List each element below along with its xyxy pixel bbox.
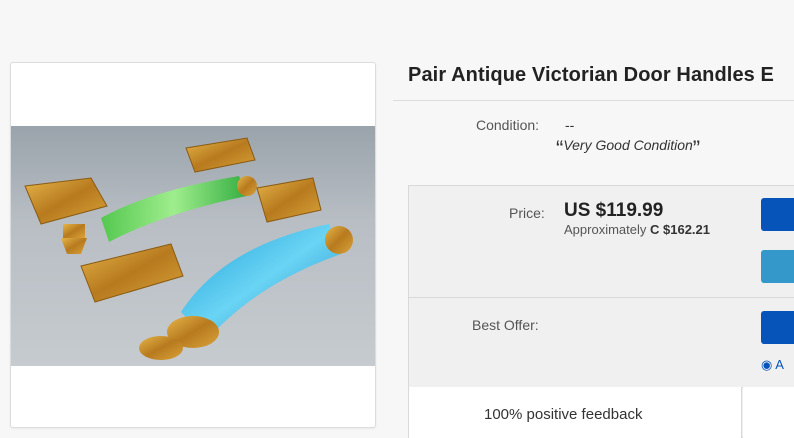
item-title: Pair Antique Victorian Door Handles E [408,64,774,86]
price-value: US $119.99 [564,200,664,221]
best-offer-label: Best Offer: [472,317,539,333]
watch-link[interactable]: ◉ A [761,357,784,373]
condition-description: “Very Good Condition” [556,136,700,162]
make-offer-button[interactable] [761,311,794,344]
title-divider [393,100,794,101]
panel-divider [409,297,794,298]
watch-link-text: A [775,357,784,372]
approx-prefix: Approximately [564,222,647,237]
product-photo[interactable] [11,126,375,366]
product-image-card[interactable] [10,62,376,428]
price-approx: Approximately C $162.21 [564,222,710,237]
condition-value: -- [565,117,575,133]
buy-it-now-button[interactable] [761,198,794,231]
approx-value: C $162.21 [650,222,710,237]
add-to-cart-button[interactable] [761,250,794,283]
door-handles-photo [24,137,353,360]
seller-feedback: 100% positive feedback [484,406,643,423]
condition-description-text: Very Good Condition [563,137,693,153]
seller-info-cell [743,387,794,438]
price-label: Price: [509,205,545,221]
condition-label: Condition: [476,117,540,133]
close-quote: ” [692,136,701,161]
eye-icon: ◉ [761,357,773,372]
